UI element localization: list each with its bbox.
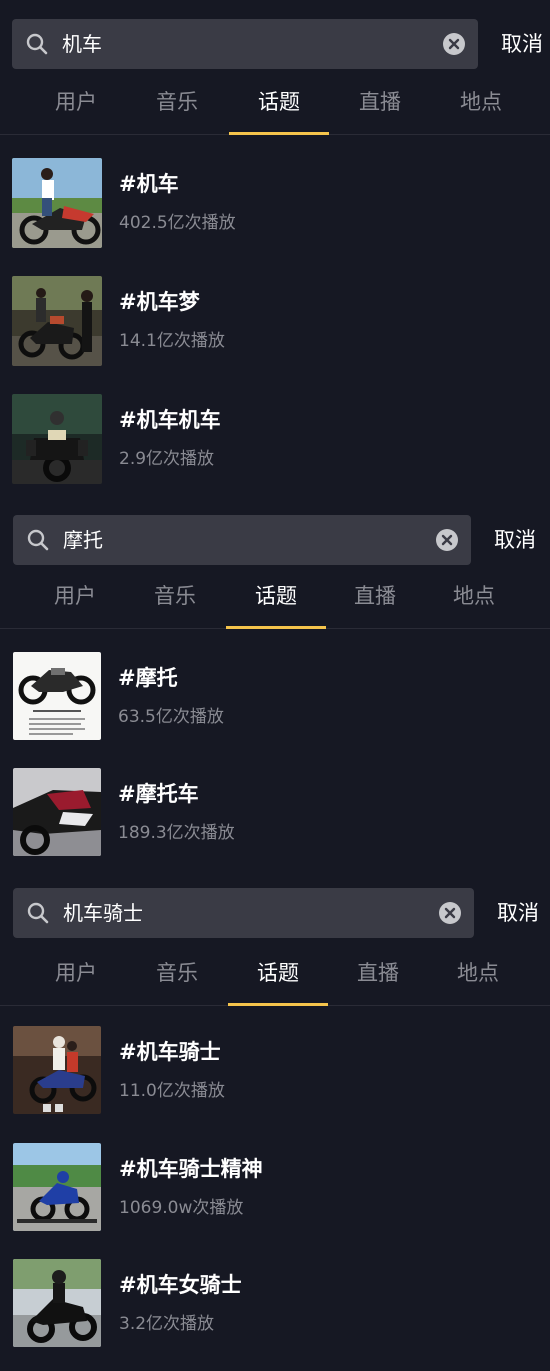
tab-bar: 用户 音乐 话题 直播 地点	[0, 943, 550, 1006]
tab-topics[interactable]: 话题	[228, 943, 328, 1003]
tab-live[interactable]: 直播	[325, 566, 425, 626]
topic-row[interactable]: #机车骑士 11.0亿次播放	[0, 1026, 550, 1118]
tab-topics[interactable]: 话题	[226, 566, 326, 626]
search-panel-3: 机车骑士 取消 用户 音乐 话题 直播 地点 #机车骑士 11.0亿次播放 #机…	[0, 875, 550, 1371]
search-bar[interactable]: 摩托	[13, 515, 471, 565]
cancel-button[interactable]: 取消	[497, 888, 539, 938]
topic-row[interactable]: #机车机车 2.9亿次播放	[0, 394, 550, 486]
search-bar[interactable]: 机车	[12, 19, 478, 69]
topic-play-count: 11.0亿次播放	[119, 1081, 225, 1101]
adventure-bike-icon	[12, 394, 102, 484]
topic-name: #机车骑士精神	[119, 1157, 263, 1181]
racing-motorcycle-icon	[13, 1143, 101, 1231]
tab-users[interactable]: 用户	[25, 566, 125, 626]
active-tab-indicator	[226, 626, 326, 629]
topic-name: #机车女骑士	[119, 1273, 242, 1297]
couple-on-motorcycle-icon	[13, 1026, 101, 1114]
clear-icon[interactable]	[436, 529, 458, 551]
cancel-button[interactable]: 取消	[494, 515, 536, 565]
clear-icon[interactable]	[439, 902, 461, 924]
topic-play-count: 1069.0w次播放	[119, 1198, 244, 1218]
topic-name: #机车机车	[119, 408, 221, 432]
clear-icon[interactable]	[443, 33, 465, 55]
motorcycle-spec-sheet-icon	[13, 652, 101, 740]
search-icon	[26, 33, 48, 55]
topic-row[interactable]: #摩托车 189.3亿次播放	[0, 768, 550, 860]
tab-music[interactable]: 音乐	[127, 72, 227, 132]
topic-name: #机车骑士	[119, 1040, 221, 1064]
topic-row[interactable]: #机车骑士精神 1069.0w次播放	[0, 1143, 550, 1235]
tab-topics[interactable]: 话题	[229, 72, 329, 132]
search-input[interactable]: 机车骑士	[63, 888, 143, 938]
tab-users[interactable]: 用户	[26, 72, 126, 132]
topic-play-count: 3.2亿次播放	[119, 1314, 215, 1334]
topic-play-count: 63.5亿次播放	[118, 707, 224, 727]
active-tab-indicator	[228, 1003, 328, 1006]
topic-play-count: 14.1亿次播放	[119, 331, 225, 351]
female-rider-icon	[13, 1259, 101, 1347]
topic-play-count: 402.5亿次播放	[119, 213, 236, 233]
tab-music[interactable]: 音乐	[125, 566, 225, 626]
cancel-button[interactable]: 取消	[501, 19, 543, 69]
active-tab-indicator	[229, 132, 329, 135]
tab-places[interactable]: 地点	[424, 566, 524, 626]
search-input[interactable]: 摩托	[63, 515, 103, 565]
topic-row[interactable]: #机车梦 14.1亿次播放	[0, 276, 550, 368]
topic-play-count: 2.9亿次播放	[119, 449, 215, 469]
topic-name: #摩托车	[118, 782, 199, 806]
topic-name: #机车梦	[119, 290, 200, 314]
tab-bar: 用户 音乐 话题 直播 地点	[0, 566, 550, 629]
tab-places[interactable]: 地点	[431, 72, 531, 132]
tab-bar: 用户 音乐 话题 直播 地点	[0, 72, 550, 135]
tab-live[interactable]: 直播	[328, 943, 428, 1003]
topic-row[interactable]: #摩托 63.5亿次播放	[0, 652, 550, 744]
topic-play-count: 189.3亿次播放	[118, 823, 235, 843]
topic-name: #机车	[119, 172, 179, 196]
topic-row[interactable]: #机车 402.5亿次播放	[0, 158, 550, 250]
tab-live[interactable]: 直播	[330, 72, 430, 132]
topic-name: #摩托	[118, 666, 178, 690]
rider-motorcycle-icon	[12, 158, 102, 248]
search-icon	[27, 902, 49, 924]
tab-places[interactable]: 地点	[428, 943, 528, 1003]
motorcycle-group-icon	[12, 276, 102, 366]
search-input[interactable]: 机车	[62, 19, 102, 69]
tab-music[interactable]: 音乐	[127, 943, 227, 1003]
tab-users[interactable]: 用户	[26, 943, 126, 1003]
red-sportbike-icon	[13, 768, 101, 856]
search-panel-2: 摩托 取消 用户 音乐 话题 直播 地点 #摩托 63.5亿次播放 #摩托车 1…	[0, 495, 550, 875]
search-bar[interactable]: 机车骑士	[13, 888, 474, 938]
search-panel-1: 机车 取消 用户 音乐 话题 直播 地点 #机车 402.5亿次播放 #机车梦 …	[0, 0, 550, 495]
search-icon	[27, 529, 49, 551]
topic-row[interactable]: #机车女骑士 3.2亿次播放	[0, 1259, 550, 1351]
